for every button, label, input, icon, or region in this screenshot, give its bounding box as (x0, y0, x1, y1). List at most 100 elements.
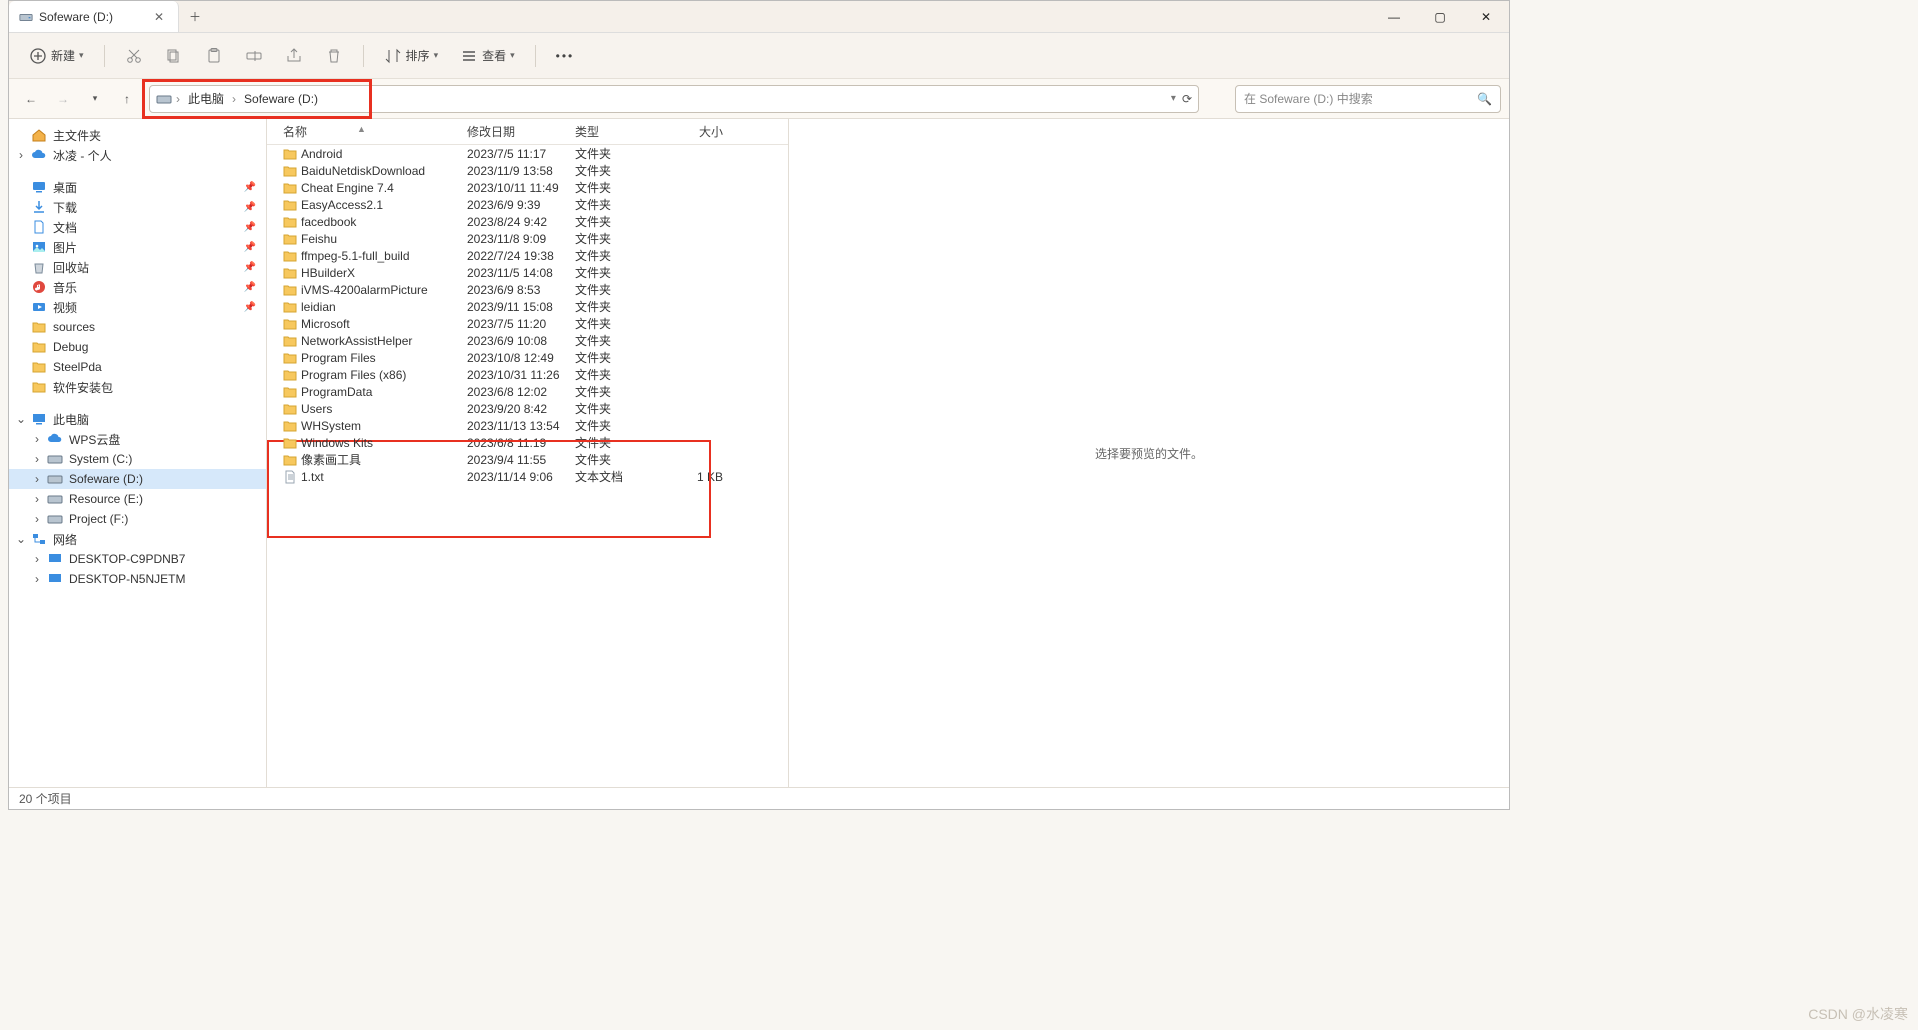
file-row[interactable]: EasyAccess2.12023/6/9 9:39文件夹 (267, 196, 788, 213)
file-row[interactable]: ffmpeg-5.1-full_build2022/7/24 19:38文件夹 (267, 247, 788, 264)
file-row[interactable]: Program Files2023/10/8 12:49文件夹 (267, 349, 788, 366)
expand-icon[interactable]: › (31, 552, 43, 566)
file-row[interactable]: Users2023/9/20 8:42文件夹 (267, 400, 788, 417)
expand-icon[interactable]: › (15, 148, 27, 162)
sidebar-desktop[interactable]: 桌面📌 (9, 177, 266, 197)
sort-icon (384, 47, 402, 65)
view-button[interactable]: 查看 ▾ (452, 43, 523, 69)
sidebar-music[interactable]: 音乐📌 (9, 277, 266, 297)
search-input[interactable]: 在 Sofeware (D:) 中搜索 🔍 (1235, 85, 1501, 113)
copy-button[interactable] (157, 43, 191, 69)
sidebar-network[interactable]: ⌄网络 (9, 529, 266, 549)
tab-close-button[interactable]: ✕ (150, 10, 168, 24)
sidebar-documents[interactable]: 文档📌 (9, 217, 266, 237)
file-date: 2022/7/24 19:38 (467, 249, 575, 263)
sidebar-downloads[interactable]: 下载📌 (9, 197, 266, 217)
sidebar-steelpda[interactable]: SteelPda (9, 357, 266, 377)
sidebar-host1[interactable]: ›DESKTOP-C9PDNB7 (9, 549, 266, 569)
new-tab-button[interactable]: ＋ (179, 1, 211, 32)
file-date: 2023/6/9 8:53 (467, 283, 575, 297)
folder-icon (283, 232, 297, 246)
breadcrumb-drive[interactable]: Sofeware (D:) (240, 92, 322, 106)
file-row[interactable]: facedbook2023/8/24 9:42文件夹 (267, 213, 788, 230)
expand-icon[interactable]: › (31, 512, 43, 526)
file-row[interactable]: iVMS-4200alarmPicture2023/6/9 8:53文件夹 (267, 281, 788, 298)
sidebar-drive-e[interactable]: ›Resource (E:) (9, 489, 266, 509)
paste-button[interactable] (197, 43, 231, 69)
column-type[interactable]: 类型 (575, 123, 669, 140)
sidebar-drive-c[interactable]: ›System (C:) (9, 449, 266, 469)
expand-icon[interactable]: › (31, 492, 43, 506)
maximize-button[interactable]: ▢ (1417, 1, 1463, 32)
file-row[interactable]: Microsoft2023/7/5 11:20文件夹 (267, 315, 788, 332)
back-button[interactable]: ← (17, 85, 45, 113)
sidebar-sources[interactable]: sources (9, 317, 266, 337)
recycle-icon (31, 259, 47, 275)
sidebar-host2[interactable]: ›DESKTOP-N5NJETM (9, 569, 266, 589)
sidebar-wps[interactable]: ›WPS云盘 (9, 429, 266, 449)
expand-icon[interactable]: › (31, 452, 43, 466)
new-button[interactable]: 新建 ▾ (21, 43, 92, 69)
close-button[interactable]: ✕ (1463, 1, 1509, 32)
rename-button[interactable] (237, 43, 271, 69)
recent-button[interactable]: ▾ (81, 85, 109, 113)
sidebar-recycle[interactable]: 回收站📌 (9, 257, 266, 277)
file-row[interactable]: Feishu2023/11/8 9:09文件夹 (267, 230, 788, 247)
file-row[interactable]: leidian2023/9/11 15:08文件夹 (267, 298, 788, 315)
tab-current[interactable]: Sofeware (D:) ✕ (9, 1, 179, 32)
sidebar-pictures[interactable]: 图片📌 (9, 237, 266, 257)
expand-icon[interactable]: › (31, 572, 43, 586)
forward-button[interactable]: → (49, 85, 77, 113)
file-name: iVMS-4200alarmPicture (301, 283, 428, 297)
delete-button[interactable] (317, 43, 351, 69)
sidebar-drive-f[interactable]: ›Project (F:) (9, 509, 266, 529)
sidebar: 主文件夹 ›冰凌 - 个人 桌面📌 下载📌 文档📌 图片📌 回收站📌 音乐📌 视… (9, 119, 267, 787)
file-row[interactable]: ProgramData2023/6/8 12:02文件夹 (267, 383, 788, 400)
file-name: ffmpeg-5.1-full_build (301, 249, 410, 263)
file-row[interactable]: HBuilderX2023/11/5 14:08文件夹 (267, 264, 788, 281)
sidebar-drive-d[interactable]: ›Sofeware (D:) (9, 469, 266, 489)
breadcrumb-pc[interactable]: 此电脑 (184, 90, 228, 107)
file-row[interactable]: WHSystem2023/11/13 13:54文件夹 (267, 417, 788, 434)
sidebar-debug[interactable]: Debug (9, 337, 266, 357)
minimize-button[interactable]: — (1371, 1, 1417, 32)
up-button[interactable]: ↑ (113, 85, 141, 113)
drive-icon (156, 91, 172, 107)
more-button[interactable]: ••• (548, 45, 583, 67)
column-name[interactable]: 名称▲ (267, 123, 467, 140)
sidebar-install[interactable]: 软件安装包 (9, 377, 266, 397)
column-date[interactable]: 修改日期 (467, 123, 575, 140)
file-list[interactable]: Android2023/7/5 11:17文件夹BaiduNetdiskDown… (267, 145, 788, 787)
file-row[interactable]: Windows Kits2023/6/8 11:19文件夹 (267, 434, 788, 451)
file-name: Android (301, 147, 342, 161)
collapse-icon[interactable]: ⌄ (15, 412, 27, 426)
sidebar-user[interactable]: ›冰凌 - 个人 (9, 145, 266, 165)
expand-icon[interactable]: › (31, 432, 43, 446)
file-row[interactable]: Android2023/7/5 11:17文件夹 (267, 145, 788, 162)
folder-icon (31, 319, 47, 335)
file-row[interactable]: NetworkAssistHelper2023/6/9 10:08文件夹 (267, 332, 788, 349)
refresh-button[interactable]: ⟳ (1182, 92, 1192, 106)
file-type: 文件夹 (575, 162, 669, 179)
chevron-down-icon: ▾ (510, 50, 515, 61)
file-row[interactable]: 1.txt2023/11/14 9:06文本文档1 KB (267, 468, 788, 485)
address-bar[interactable]: › 此电脑 › Sofeware (D:) ▾ ⟳ (149, 85, 1199, 113)
chevron-down-icon[interactable]: ▾ (1171, 93, 1176, 104)
collapse-icon[interactable]: ⌄ (15, 532, 27, 546)
sidebar-home[interactable]: 主文件夹 (9, 125, 266, 145)
pin-icon: 📌 (244, 242, 256, 253)
file-row[interactable]: 像素画工具2023/9/4 11:55文件夹 (267, 451, 788, 468)
cut-button[interactable] (117, 43, 151, 69)
file-row[interactable]: Program Files (x86)2023/10/31 11:26文件夹 (267, 366, 788, 383)
sort-button[interactable]: 排序 ▾ (376, 43, 447, 69)
column-size[interactable]: 大小 (669, 123, 731, 140)
sidebar-this-pc[interactable]: ⌄此电脑 (9, 409, 266, 429)
file-row[interactable]: Cheat Engine 7.42023/10/11 11:49文件夹 (267, 179, 788, 196)
sidebar-videos[interactable]: 视频📌 (9, 297, 266, 317)
file-type: 文件夹 (575, 332, 669, 349)
document-icon (31, 219, 47, 235)
folder-icon (283, 334, 297, 348)
expand-icon[interactable]: › (31, 472, 43, 486)
share-button[interactable] (277, 43, 311, 69)
file-row[interactable]: BaiduNetdiskDownload2023/11/9 13:58文件夹 (267, 162, 788, 179)
